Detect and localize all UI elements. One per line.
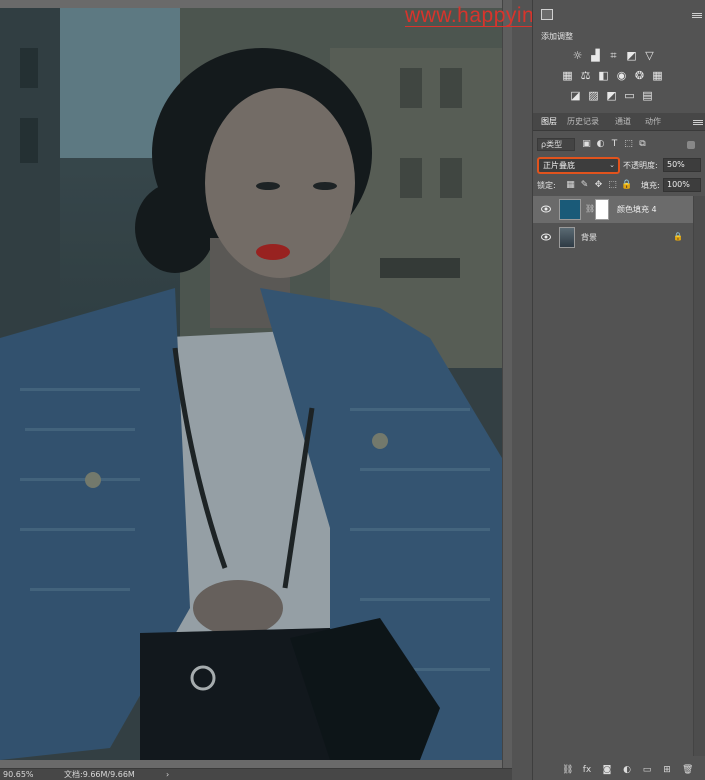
lock-position-icon[interactable]: ✥ — [593, 180, 604, 191]
layer-row-background[interactable]: 背景 🔒 — [533, 224, 693, 251]
black-white-icon[interactable]: ◧ — [597, 70, 610, 82]
opacity-field[interactable]: 50% — [663, 158, 701, 172]
chevron-down-icon: ⌄ — [609, 161, 615, 169]
pixel-filter-icon[interactable]: ▣ — [581, 139, 592, 150]
add-mask-icon[interactable]: ◙ — [602, 765, 612, 775]
layer-row-color-fill[interactable]: ⛓ 颜色填充 4 — [533, 196, 693, 223]
document-image[interactable] — [0, 8, 502, 760]
layer-filter-row: ρ类型 ▣ ◐ T ⬚ ⧉ — [537, 137, 702, 153]
lock-label: 锁定: — [537, 181, 556, 190]
vibrance-icon[interactable]: ▽ — [643, 50, 656, 62]
brightness-icon[interactable]: ☼ — [571, 50, 584, 62]
blend-mode-value: 正片叠底 — [543, 161, 575, 170]
layer-name[interactable]: 背景 — [581, 232, 597, 243]
invert-icon[interactable]: ◪ — [569, 90, 582, 102]
top-panel-menu-icon[interactable] — [692, 12, 702, 20]
lock-pixels-icon[interactable]: ✎ — [579, 180, 590, 191]
color-fill-thumbnail[interactable] — [559, 199, 581, 220]
link-icon[interactable]: ⛓ — [585, 204, 595, 213]
layers-bottom-toolbar: ⛓ fx ◙ ◐ ▭ ⊞ 🗑 — [533, 760, 705, 780]
panel-collapse-icon[interactable] — [541, 9, 553, 20]
photo-filter-icon[interactable]: ◉ — [615, 70, 628, 82]
document-info: 文档:9.66M/9.66M — [64, 770, 135, 779]
new-group-icon[interactable]: ▭ — [642, 765, 652, 775]
new-adjustment-icon[interactable]: ◐ — [622, 765, 632, 775]
posterize-icon[interactable]: ▨ — [587, 90, 600, 102]
layer-mask-thumbnail[interactable] — [595, 199, 609, 220]
adjustments-row-2: ▦ ⚖ ◧ ◉ ❂ ▦ — [561, 70, 664, 82]
layers-panel: 图层 历史记录 通道 动作 ρ类型 ▣ ◐ T ⬚ ⧉ 正片叠底 ⌄ 不透明度:… — [533, 113, 705, 780]
layer-name[interactable]: 颜色填充 4 — [617, 204, 657, 215]
layers-scrollbar[interactable] — [693, 196, 705, 756]
canvas-scrollbar[interactable] — [502, 0, 512, 768]
exposure-icon[interactable]: ◩ — [625, 50, 638, 62]
levels-icon[interactable]: ▟ — [589, 50, 602, 62]
adjustments-row-1: ☼ ▟ ⌗ ◩ ▽ — [571, 50, 656, 62]
type-filter-icon[interactable]: T — [609, 139, 620, 150]
adjustment-filter-icon[interactable]: ◐ — [595, 139, 606, 150]
selective-color-icon[interactable]: ▭ — [623, 90, 636, 102]
right-panel: 添加调整 ☼ ▟ ⌗ ◩ ▽ ▦ ⚖ ◧ ◉ ❂ ▦ ◪ ▨ ◩ ▭ ▤ 图层 … — [532, 0, 705, 780]
tab-actions[interactable]: 动作 — [645, 116, 661, 127]
opacity-label: 不透明度: — [623, 161, 658, 170]
blend-mode-select[interactable]: 正片叠底 ⌄ — [537, 157, 620, 174]
lock-all-icon[interactable]: 🔒 — [621, 180, 632, 191]
tab-channels[interactable]: 通道 — [615, 116, 631, 127]
layers-panel-menu-icon[interactable] — [693, 119, 703, 127]
background-thumbnail[interactable] — [559, 227, 575, 248]
gradient-map-icon[interactable]: ▤ — [641, 90, 654, 102]
shape-filter-icon[interactable]: ⬚ — [623, 139, 634, 150]
photoshop-window: www.happyindianshaji.com 90.65% 文档:9.66M… — [0, 0, 705, 780]
layers-tabs: 图层 历史记录 通道 动作 — [533, 113, 705, 131]
filter-toggle-icon[interactable] — [687, 141, 695, 149]
threshold-icon[interactable]: ◩ — [605, 90, 618, 102]
lock-icon: 🔒 — [673, 232, 683, 241]
eye-icon[interactable] — [541, 233, 551, 241]
tab-history[interactable]: 历史记录 — [567, 116, 599, 127]
tab-layers[interactable]: 图层 — [541, 116, 557, 127]
status-menu-arrow[interactable]: › — [166, 769, 169, 780]
lock-transparency-icon[interactable]: ▦ — [565, 180, 576, 191]
fill-field[interactable]: 100% — [663, 178, 701, 192]
hue-saturation-icon[interactable]: ▦ — [561, 70, 574, 82]
adjustments-title: 添加调整 — [541, 32, 573, 41]
delete-layer-icon[interactable]: 🗑 — [682, 765, 693, 775]
status-bar: 90.65% 文档:9.66M/9.66M › — [0, 768, 512, 780]
curves-icon[interactable]: ⌗ — [607, 50, 620, 62]
color-lookup-icon[interactable]: ▦ — [651, 70, 664, 82]
lock-artboard-icon[interactable]: ⬚ — [607, 180, 618, 191]
channel-mixer-icon[interactable]: ❂ — [633, 70, 646, 82]
color-balance-icon[interactable]: ⚖ — [579, 70, 592, 82]
layer-list: ⛓ 颜色填充 4 背景 🔒 — [533, 196, 705, 256]
portrait-photo — [0, 8, 502, 760]
canvas-area[interactable] — [0, 0, 512, 768]
adjustments-panel: 添加调整 ☼ ▟ ⌗ ◩ ▽ ▦ ⚖ ◧ ◉ ❂ ▦ ◪ ▨ ◩ ▭ ▤ — [533, 28, 705, 108]
eye-icon[interactable] — [541, 205, 551, 213]
adjustments-row-3: ◪ ▨ ◩ ▭ ▤ — [569, 90, 654, 102]
fill-label: 填充: — [641, 181, 660, 190]
lock-row: 锁定: ▦ ✎ ✥ ⬚ 🔒 填充: 100% — [537, 178, 702, 193]
new-layer-icon[interactable]: ⊞ — [662, 765, 672, 775]
link-layers-icon[interactable]: ⛓ — [562, 765, 573, 775]
blend-row: 正片叠底 ⌄ 不透明度: 50% — [537, 157, 702, 175]
smart-object-filter-icon[interactable]: ⧉ — [637, 139, 648, 150]
fx-icon[interactable]: fx — [582, 765, 592, 775]
layer-filter-select[interactable]: ρ类型 — [537, 138, 575, 151]
zoom-level[interactable]: 90.65% — [3, 769, 34, 780]
